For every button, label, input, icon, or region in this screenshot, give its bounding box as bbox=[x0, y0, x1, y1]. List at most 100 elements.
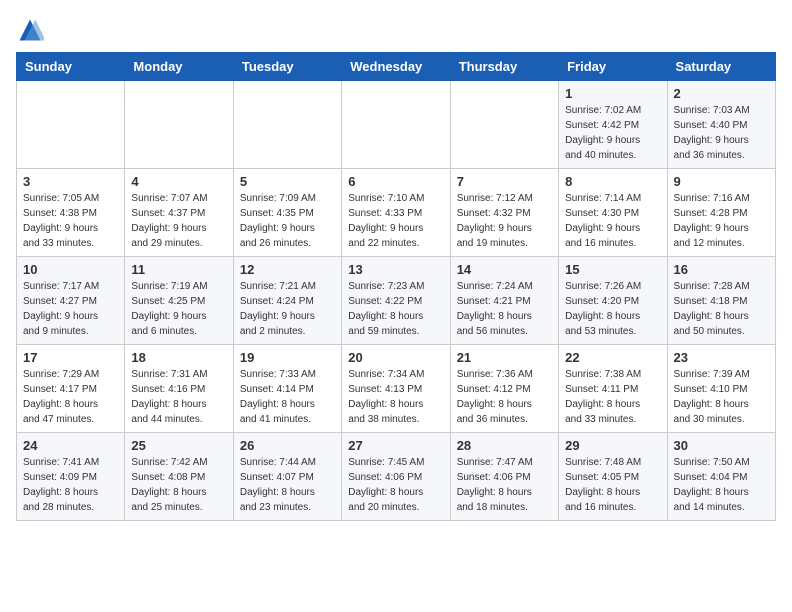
day-info: Sunrise: 7:39 AM Sunset: 4:10 PM Dayligh… bbox=[674, 367, 769, 427]
day-cell: 21 Sunrise: 7:36 AM Sunset: 4:12 PM Dayli… bbox=[450, 345, 558, 433]
day-number: 24 bbox=[23, 438, 118, 453]
day-number: 26 bbox=[240, 438, 335, 453]
header bbox=[16, 16, 776, 44]
day-number: 16 bbox=[674, 262, 769, 277]
day-cell: 30Sunrise: 7:50 AM Sunset: 4:04 PM Dayli… bbox=[667, 433, 775, 521]
logo-icon bbox=[16, 16, 44, 44]
day-number: 18 bbox=[131, 350, 226, 365]
day-cell: 3 Sunrise: 7:05 AM Sunset: 4:38 PM Daylig… bbox=[17, 169, 125, 257]
day-cell: 17 Sunrise: 7:29 AM Sunset: 4:17 PM Dayli… bbox=[17, 345, 125, 433]
day-cell: 2Sunrise: 7:03 AM Sunset: 4:40 PM Daylig… bbox=[667, 81, 775, 169]
col-header-sunday: Sunday bbox=[17, 53, 125, 81]
day-info: Sunrise: 7:48 AM Sunset: 4:05 PM Dayligh… bbox=[565, 455, 660, 515]
day-info: Sunrise: 7:31 AM Sunset: 4:16 PM Dayligh… bbox=[131, 367, 226, 427]
day-number: 17 bbox=[23, 350, 118, 365]
day-number: 9 bbox=[674, 174, 769, 189]
week-row-1: 1 Sunrise: 7:02 AM Sunset: 4:42 PM Daylig… bbox=[17, 81, 776, 169]
day-cell: 20 Sunrise: 7:34 AM Sunset: 4:13 PM Dayli… bbox=[342, 345, 450, 433]
day-info: Sunrise: 7:42 AM Sunset: 4:08 PM Dayligh… bbox=[131, 455, 226, 515]
day-cell bbox=[450, 81, 558, 169]
day-info: Sunrise: 7:02 AM Sunset: 4:42 PM Dayligh… bbox=[565, 103, 660, 163]
calendar-table: SundayMondayTuesdayWednesdayThursdayFrid… bbox=[16, 52, 776, 521]
day-cell: 22 Sunrise: 7:38 AM Sunset: 4:11 PM Dayli… bbox=[559, 345, 667, 433]
col-header-saturday: Saturday bbox=[667, 53, 775, 81]
day-info: Sunrise: 7:34 AM Sunset: 4:13 PM Dayligh… bbox=[348, 367, 443, 427]
day-number: 13 bbox=[348, 262, 443, 277]
col-header-friday: Friday bbox=[559, 53, 667, 81]
day-cell: 27 Sunrise: 7:45 AM Sunset: 4:06 PM Dayli… bbox=[342, 433, 450, 521]
day-info: Sunrise: 7:38 AM Sunset: 4:11 PM Dayligh… bbox=[565, 367, 660, 427]
day-cell: 13 Sunrise: 7:23 AM Sunset: 4:22 PM Dayli… bbox=[342, 257, 450, 345]
day-number: 29 bbox=[565, 438, 660, 453]
day-cell: 8 Sunrise: 7:14 AM Sunset: 4:30 PM Daylig… bbox=[559, 169, 667, 257]
week-row-3: 10Sunrise: 7:17 AM Sunset: 4:27 PM Dayli… bbox=[17, 257, 776, 345]
day-number: 27 bbox=[348, 438, 443, 453]
week-row-2: 3 Sunrise: 7:05 AM Sunset: 4:38 PM Daylig… bbox=[17, 169, 776, 257]
day-info: Sunrise: 7:45 AM Sunset: 4:06 PM Dayligh… bbox=[348, 455, 443, 515]
day-info: Sunrise: 7:14 AM Sunset: 4:30 PM Dayligh… bbox=[565, 191, 660, 251]
day-number: 20 bbox=[348, 350, 443, 365]
day-cell: 26 Sunrise: 7:44 AM Sunset: 4:07 PM Dayli… bbox=[233, 433, 341, 521]
day-cell bbox=[17, 81, 125, 169]
logo bbox=[16, 16, 48, 44]
day-info: Sunrise: 7:07 AM Sunset: 4:37 PM Dayligh… bbox=[131, 191, 226, 251]
day-cell bbox=[125, 81, 233, 169]
day-cell: 11Sunrise: 7:19 AM Sunset: 4:25 PM Dayli… bbox=[125, 257, 233, 345]
day-info: Sunrise: 7:44 AM Sunset: 4:07 PM Dayligh… bbox=[240, 455, 335, 515]
col-header-wednesday: Wednesday bbox=[342, 53, 450, 81]
day-info: Sunrise: 7:28 AM Sunset: 4:18 PM Dayligh… bbox=[674, 279, 769, 339]
day-info: Sunrise: 7:23 AM Sunset: 4:22 PM Dayligh… bbox=[348, 279, 443, 339]
day-cell: 24 Sunrise: 7:41 AM Sunset: 4:09 PM Dayli… bbox=[17, 433, 125, 521]
header-row: SundayMondayTuesdayWednesdayThursdayFrid… bbox=[17, 53, 776, 81]
day-cell: 28 Sunrise: 7:47 AM Sunset: 4:06 PM Dayli… bbox=[450, 433, 558, 521]
day-number: 23 bbox=[674, 350, 769, 365]
day-info: Sunrise: 7:10 AM Sunset: 4:33 PM Dayligh… bbox=[348, 191, 443, 251]
day-info: Sunrise: 7:09 AM Sunset: 4:35 PM Dayligh… bbox=[240, 191, 335, 251]
day-number: 7 bbox=[457, 174, 552, 189]
day-number: 5 bbox=[240, 174, 335, 189]
day-cell: 15 Sunrise: 7:26 AM Sunset: 4:20 PM Dayli… bbox=[559, 257, 667, 345]
day-number: 6 bbox=[348, 174, 443, 189]
day-info: Sunrise: 7:26 AM Sunset: 4:20 PM Dayligh… bbox=[565, 279, 660, 339]
day-number: 21 bbox=[457, 350, 552, 365]
day-number: 14 bbox=[457, 262, 552, 277]
day-cell: 16 Sunrise: 7:28 AM Sunset: 4:18 PM Dayli… bbox=[667, 257, 775, 345]
day-cell bbox=[342, 81, 450, 169]
day-number: 1 bbox=[565, 86, 660, 101]
day-info: Sunrise: 7:41 AM Sunset: 4:09 PM Dayligh… bbox=[23, 455, 118, 515]
day-number: 28 bbox=[457, 438, 552, 453]
day-info: Sunrise: 7:12 AM Sunset: 4:32 PM Dayligh… bbox=[457, 191, 552, 251]
day-cell: 29 Sunrise: 7:48 AM Sunset: 4:05 PM Dayli… bbox=[559, 433, 667, 521]
day-cell: 18 Sunrise: 7:31 AM Sunset: 4:16 PM Dayli… bbox=[125, 345, 233, 433]
day-info: Sunrise: 7:36 AM Sunset: 4:12 PM Dayligh… bbox=[457, 367, 552, 427]
day-number: 3 bbox=[23, 174, 118, 189]
day-number: 8 bbox=[565, 174, 660, 189]
day-number: 15 bbox=[565, 262, 660, 277]
day-cell: 7 Sunrise: 7:12 AM Sunset: 4:32 PM Daylig… bbox=[450, 169, 558, 257]
day-cell: 25 Sunrise: 7:42 AM Sunset: 4:08 PM Dayli… bbox=[125, 433, 233, 521]
day-number: 25 bbox=[131, 438, 226, 453]
day-info: Sunrise: 7:05 AM Sunset: 4:38 PM Dayligh… bbox=[23, 191, 118, 251]
day-cell: 19Sunrise: 7:33 AM Sunset: 4:14 PM Dayli… bbox=[233, 345, 341, 433]
day-info: Sunrise: 7:47 AM Sunset: 4:06 PM Dayligh… bbox=[457, 455, 552, 515]
day-cell: 9Sunrise: 7:16 AM Sunset: 4:28 PM Daylig… bbox=[667, 169, 775, 257]
day-cell: 1 Sunrise: 7:02 AM Sunset: 4:42 PM Daylig… bbox=[559, 81, 667, 169]
day-number: 30 bbox=[674, 438, 769, 453]
day-number: 4 bbox=[131, 174, 226, 189]
day-info: Sunrise: 7:21 AM Sunset: 4:24 PM Dayligh… bbox=[240, 279, 335, 339]
day-number: 2 bbox=[674, 86, 769, 101]
col-header-monday: Monday bbox=[125, 53, 233, 81]
week-row-5: 24 Sunrise: 7:41 AM Sunset: 4:09 PM Dayli… bbox=[17, 433, 776, 521]
day-info: Sunrise: 7:29 AM Sunset: 4:17 PM Dayligh… bbox=[23, 367, 118, 427]
day-cell: 10Sunrise: 7:17 AM Sunset: 4:27 PM Dayli… bbox=[17, 257, 125, 345]
col-header-tuesday: Tuesday bbox=[233, 53, 341, 81]
day-number: 11 bbox=[131, 262, 226, 277]
day-info: Sunrise: 7:24 AM Sunset: 4:21 PM Dayligh… bbox=[457, 279, 552, 339]
day-cell: 14 Sunrise: 7:24 AM Sunset: 4:21 PM Dayli… bbox=[450, 257, 558, 345]
day-cell: 6 Sunrise: 7:10 AM Sunset: 4:33 PM Daylig… bbox=[342, 169, 450, 257]
week-row-4: 17 Sunrise: 7:29 AM Sunset: 4:17 PM Dayli… bbox=[17, 345, 776, 433]
day-info: Sunrise: 7:33 AM Sunset: 4:14 PM Dayligh… bbox=[240, 367, 335, 427]
day-number: 22 bbox=[565, 350, 660, 365]
day-cell: 4 Sunrise: 7:07 AM Sunset: 4:37 PM Daylig… bbox=[125, 169, 233, 257]
day-info: Sunrise: 7:17 AM Sunset: 4:27 PM Dayligh… bbox=[23, 279, 118, 339]
